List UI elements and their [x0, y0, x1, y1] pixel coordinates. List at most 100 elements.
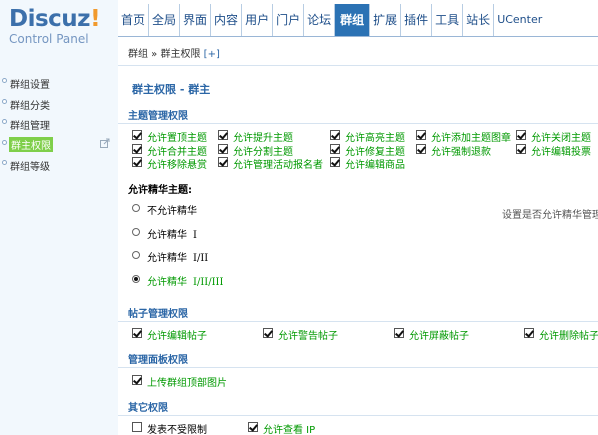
bullet-icon [2, 139, 7, 145]
checkbox[interactable] [218, 143, 228, 154]
digest-hint: 设置是否允许精华管理 [502, 210, 598, 221]
checkbox[interactable] [132, 130, 142, 140]
checkbox[interactable] [218, 130, 228, 140]
section-digest-header: 允许精华主题: [118, 178, 598, 198]
bullet-icon [2, 78, 7, 83]
sidebar-item-label: 群组等级 [10, 162, 50, 173]
radio-button[interactable] [132, 274, 140, 283]
permission-label: 发表不受限制 [147, 425, 207, 435]
bullet-icon [2, 98, 7, 104]
main-content: 群主权限 - 群主 主题管理权限 允许置顶主题 允许提升主题 允许高亮主题 允许添加主… [118, 66, 598, 435]
sidebar-item[interactable]: 群主权限 [0, 135, 118, 153]
header: Discuz! Control Panel 首页 全局 界面 内容 用户 门户 论坛 群组 扩展… [0, 0, 598, 70]
permission-label: 允许屏蔽帖子 [409, 331, 469, 342]
digest-label: 不允许精华 [147, 202, 197, 217]
nav-tab[interactable]: 插件 [400, 4, 431, 36]
radio-button[interactable] [132, 251, 140, 259]
digest-label-text: 允许精华 [147, 253, 187, 264]
checkbox[interactable] [416, 130, 426, 140]
logo[interactable]: Discuz! Control Panel [0, 0, 118, 70]
section-panel-header: 管理面板权限 [118, 348, 598, 368]
section-topic-header: 主题管理权限 [118, 104, 598, 124]
section-other-header: 其它权限 [118, 396, 598, 416]
checkbox[interactable] [218, 157, 228, 167]
digest-level: I/II/III [193, 276, 224, 288]
permission-label: 允许编辑投票 [531, 146, 591, 158]
breadcrumb-text: 群组 » 群主权限 [128, 49, 201, 60]
checkbox[interactable] [248, 422, 258, 432]
checkbox[interactable] [132, 157, 142, 167]
digest-label-text: 允许精华 [147, 229, 187, 241]
nav-tab[interactable]: 扩展 [369, 4, 400, 36]
radio-button[interactable] [132, 204, 140, 212]
radio-button[interactable] [132, 227, 140, 236]
section-panel-title: 管理面板权限 [128, 355, 188, 366]
permission-label: 允许管理活动报名者 [233, 160, 323, 171]
nav-tab[interactable]: 界面 [179, 4, 210, 36]
digest-label: 允许精华 I [147, 226, 197, 241]
logo-bang: ! [90, 6, 101, 32]
top-nav: 首页 全局 界面 内容 用户 门户 论坛 群组 扩展 插件 工具 站长 UCenter [118, 4, 545, 36]
checkbox[interactable] [132, 143, 142, 154]
sidebar-item-label: 群组管理 [10, 121, 50, 132]
page-title: 群主权限 - 群主 [132, 83, 211, 96]
permission-label: 允许移除悬赏 [147, 160, 207, 171]
nav-tab[interactable]: 群组 [334, 4, 370, 36]
permission-label: 允许警告帖子 [278, 331, 338, 342]
nav-tab[interactable]: 用户 [241, 4, 272, 36]
permission-label: 允许查看 IP [263, 425, 316, 435]
section-post-header: 帖子管理权限 [118, 302, 598, 322]
sidebar-item-label: 群主权限 [9, 136, 53, 152]
checkbox[interactable] [394, 328, 404, 338]
checkbox[interactable] [132, 328, 142, 338]
bullet-icon [2, 160, 7, 165]
digest-level: I [193, 229, 197, 241]
sidebar-item[interactable]: 群组管理 [0, 114, 118, 132]
permission-label: 允许编辑帖子 [147, 331, 207, 342]
section-digest-title: 允许精华主题: [128, 185, 192, 196]
sidebar-item[interactable]: 群组设置 [0, 73, 118, 91]
nav-tab[interactable]: 全局 [148, 4, 179, 36]
checkbox[interactable] [263, 328, 273, 338]
nav-tab[interactable]: 门户 [272, 4, 303, 36]
digest-level: I/II [193, 253, 209, 264]
checkbox[interactable] [132, 375, 142, 385]
nav-tab[interactable]: 首页 [118, 4, 148, 36]
sub-bar: 群组 » 群主权限 [+] [118, 36, 598, 66]
digest-label-text: 允许精华 [147, 276, 187, 288]
checkbox[interactable] [330, 143, 340, 154]
permission-label: 上传群组顶部图片 [147, 378, 227, 389]
permission-label: 允许删除帖子 [539, 331, 598, 342]
breadcrumb: 群组 » 群主权限 [+] [128, 45, 220, 60]
nav-tab[interactable]: 论坛 [303, 4, 334, 36]
checkbox[interactable] [330, 157, 340, 167]
checkbox[interactable] [516, 143, 526, 154]
checkbox[interactable] [524, 328, 534, 338]
section-topic-title: 主题管理权限 [128, 111, 188, 122]
section-post-title: 帖子管理权限 [128, 309, 188, 320]
external-link-icon[interactable] [100, 138, 110, 148]
add-shortcut-button[interactable]: [+] [204, 49, 220, 60]
sidebar: 群组设置群组分类群组管理群主权限群组等级 [0, 66, 118, 435]
nav-tab[interactable]: 站长 [462, 4, 493, 36]
nav-tab[interactable]: UCenter [493, 4, 545, 36]
digest-label: 允许精华 I/II [147, 249, 208, 264]
permission-label: 允许编辑商品 [345, 160, 405, 171]
sidebar-item-label: 群组分类 [10, 100, 50, 112]
checkbox[interactable] [132, 422, 142, 432]
sidebar-item-label: 群组设置 [10, 80, 50, 91]
digest-label: 允许精华 I/II/III [147, 273, 223, 288]
nav-tab[interactable]: 内容 [210, 4, 241, 36]
section-other-title: 其它权限 [128, 403, 168, 414]
checkbox[interactable] [416, 143, 426, 154]
bullet-icon [2, 119, 7, 124]
checkbox[interactable] [330, 130, 340, 140]
sidebar-item[interactable]: 群组等级 [0, 155, 118, 173]
permission-label: 允许强制退款 [431, 146, 491, 158]
digest-label-text: 不允许精华 [147, 206, 197, 217]
nav-tab[interactable]: 工具 [431, 4, 462, 36]
logo-brand-text: Discuz [9, 6, 91, 32]
checkbox[interactable] [516, 130, 526, 140]
logo-subtitle: Control Panel [9, 32, 89, 46]
sidebar-item[interactable]: 群组分类 [0, 94, 118, 112]
